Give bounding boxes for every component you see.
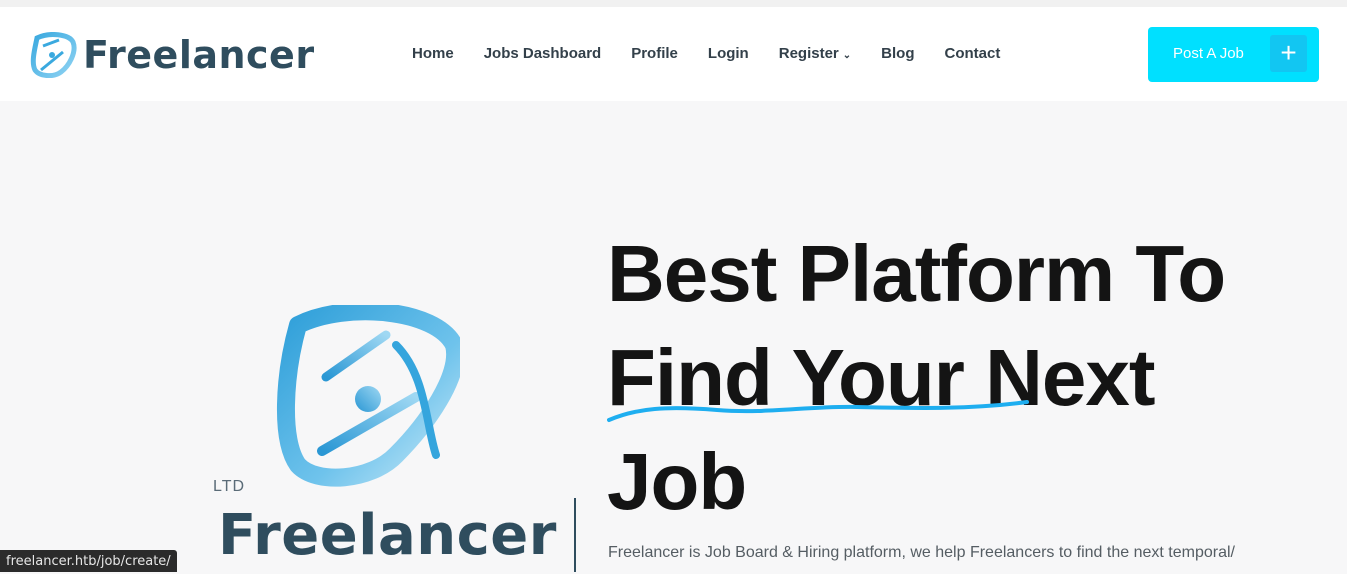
brand-logo-link[interactable]: Freelancer <box>29 31 315 79</box>
status-bar-url: freelancer.htb/job/create/ <box>0 550 177 572</box>
post-a-job-label: Post A Job <box>1173 45 1244 62</box>
plus-icon: + <box>1270 35 1307 72</box>
hero-description: Freelancer is Job Board & Hiring platfor… <box>608 544 1235 561</box>
chevron-down-icon: ⌄ <box>842 50 852 61</box>
nav-register-label: Register <box>778 45 839 62</box>
hero-headline: Best Platform To Find Your Next Job <box>607 222 1307 534</box>
browser-top-strip <box>0 0 1347 7</box>
headline-line-1: Best Platform To <box>607 229 1226 318</box>
nav-login[interactable]: Login <box>708 45 749 62</box>
nav-profile[interactable]: Profile <box>631 45 678 62</box>
nav-jobs-dashboard[interactable]: Jobs Dashboard <box>484 45 602 62</box>
site-header: Freelancer Home Jobs Dashboard Profile L… <box>0 7 1347 101</box>
post-a-job-button[interactable]: Post A Job + <box>1148 27 1319 82</box>
hero-divider <box>574 498 576 572</box>
nav-register[interactable]: Register ⌄ <box>779 45 851 62</box>
hero-brand-name: Freelancer <box>218 503 557 568</box>
hero-logo-icon <box>276 305 460 487</box>
headline-line-3: Job <box>607 437 747 526</box>
main-nav: Home Jobs Dashboard Profile Login Regist… <box>412 45 1030 62</box>
nav-contact[interactable]: Contact <box>944 45 1000 62</box>
freelancer-logo-icon <box>30 32 77 78</box>
nav-home[interactable]: Home <box>412 45 454 62</box>
headline-underline-squiggle <box>607 400 1029 422</box>
hero-ltd-label: LTD <box>213 478 246 495</box>
brand-name: Freelancer <box>83 33 315 77</box>
nav-blog[interactable]: Blog <box>881 45 914 62</box>
